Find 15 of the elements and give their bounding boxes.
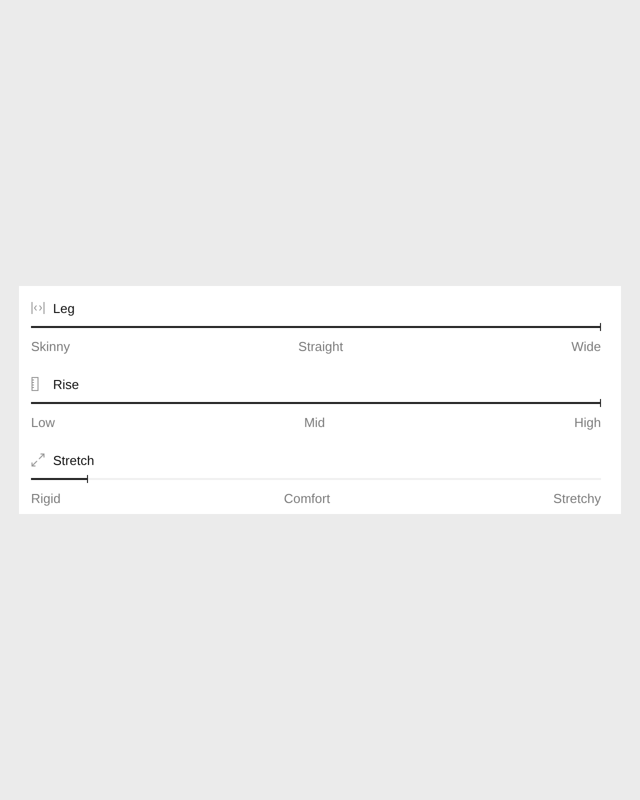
scale-label: Rigid bbox=[31, 490, 61, 508]
slider-title: Stretch bbox=[53, 452, 94, 468]
slider-title: Rise bbox=[53, 376, 80, 392]
scale-label: Low bbox=[31, 414, 55, 432]
scale-label: Wide bbox=[571, 338, 601, 356]
scale-label: Straight bbox=[298, 338, 344, 356]
scale-label: Skinny bbox=[31, 338, 70, 356]
scale-label: Stretchy bbox=[553, 490, 601, 508]
scale-label: Mid bbox=[304, 414, 326, 432]
scale-label: High bbox=[574, 414, 601, 432]
slider-title: Leg bbox=[53, 300, 75, 316]
ruler-icon bbox=[31, 377, 39, 391]
expand-arrows-icon bbox=[31, 453, 45, 467]
width-arrows-icon bbox=[31, 301, 45, 315]
scale-label: Comfort bbox=[284, 490, 330, 508]
